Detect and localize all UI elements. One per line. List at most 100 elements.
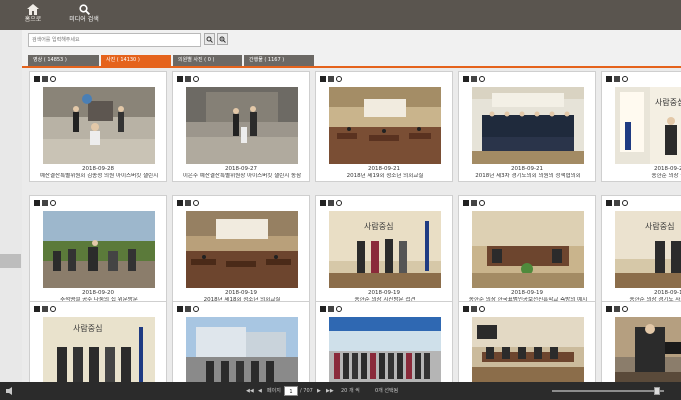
circle-icon[interactable] (622, 306, 628, 312)
info-icon[interactable] (42, 306, 48, 312)
checkbox-icon[interactable] (463, 306, 469, 312)
tab-member-photo[interactable]: 의원별 사진 ( 0 ) (173, 55, 242, 66)
media-search-label: 미디어 검색 (69, 16, 99, 23)
photo-card[interactable]: 사람중심 2018-09-19 송한준 의장 지진방문 접견 (315, 195, 453, 306)
circle-icon[interactable] (193, 76, 199, 82)
checkbox-icon[interactable] (320, 76, 326, 82)
info-icon[interactable] (185, 76, 191, 82)
circle-icon[interactable] (336, 306, 342, 312)
checkbox-icon[interactable] (606, 76, 612, 82)
circle-icon[interactable] (193, 306, 199, 312)
checkbox-icon[interactable] (177, 76, 183, 82)
checkbox-icon[interactable] (34, 306, 40, 312)
volume-icon[interactable] (6, 382, 16, 400)
photo-thumbnail[interactable] (472, 317, 584, 382)
circle-icon[interactable] (479, 306, 485, 312)
tab-video[interactable]: 영상 ( 14853 ) (28, 55, 99, 66)
circle-icon[interactable] (50, 76, 56, 82)
photo-thumbnail[interactable]: 사람중심 (615, 211, 681, 288)
advanced-search-button[interactable] (217, 33, 228, 45)
checkbox-icon[interactable] (320, 306, 326, 312)
home-button[interactable]: 홈으로 (13, 3, 53, 29)
circle-icon[interactable] (50, 200, 56, 206)
per-page-select[interactable]: 20 개 씩 (341, 382, 360, 400)
photo-card[interactable]: 사람중심2018-09-18송한준 의장 경기도 사회복지 협의회 (601, 195, 681, 306)
photo-thumbnail[interactable] (329, 317, 441, 382)
info-icon[interactable] (42, 76, 48, 82)
home-label: 홈으로 (24, 16, 42, 23)
prev-page-button[interactable]: ◀ (258, 382, 262, 400)
info-icon[interactable] (614, 306, 620, 312)
photo-thumbnail[interactable]: 사람중심 (43, 317, 155, 382)
photo-thumbnail[interactable]: 사람중심 (615, 87, 681, 164)
tab-photo[interactable]: 사진 ( 14130 ) (101, 55, 171, 66)
zoom-slider-track[interactable] (552, 390, 664, 392)
photo-card[interactable] (601, 301, 681, 382)
checkbox-icon[interactable] (177, 200, 183, 206)
page-number-input[interactable]: 1 (284, 386, 298, 396)
photo-thumbnail[interactable] (472, 87, 584, 164)
photo-thumbnail[interactable] (43, 211, 155, 288)
info-icon[interactable] (185, 306, 191, 312)
photo-card[interactable]: 2018-09-21 2018년 제19회 청소년 의회교실 (315, 71, 453, 182)
checkbox-icon[interactable] (463, 76, 469, 82)
zoom-slider-thumb[interactable] (654, 387, 660, 395)
photo-card[interactable]: 2018-09-21 2018년 제3차 경기도의회 의원의 정책협의회 (458, 71, 596, 182)
photo-date: 2018-09-20 (82, 290, 114, 296)
photo-thumbnail[interactable] (186, 211, 298, 288)
circle-icon[interactable] (336, 76, 342, 82)
photo-card[interactable]: 2018-09-19 송한준 의장 한국표범인공보전진흥학교 측방의 예시 (458, 195, 596, 306)
photo-thumbnail[interactable] (186, 87, 298, 164)
circle-icon[interactable] (193, 200, 199, 206)
info-icon[interactable] (185, 200, 191, 206)
info-icon[interactable] (471, 76, 477, 82)
photo-card[interactable]: 2018-09-27 이은주 예산결산특별위원장 아이스버킷 챌린지 동참 (172, 71, 310, 182)
circle-icon[interactable] (622, 76, 628, 82)
circle-icon[interactable] (336, 200, 342, 206)
circle-icon[interactable] (50, 306, 56, 312)
photo-card[interactable]: 2018-09-28 예산결산특별위원회 김종성 의원 아이스버킷 챌린지 (29, 71, 167, 182)
search-area (22, 30, 681, 52)
next-page-button[interactable]: ▶ (317, 382, 321, 400)
photo-thumbnail[interactable] (329, 87, 441, 164)
checkbox-icon[interactable] (606, 200, 612, 206)
checkbox-icon[interactable] (463, 200, 469, 206)
checkbox-icon[interactable] (34, 200, 40, 206)
tab-publications[interactable]: 간행물 ( 1167 ) (244, 55, 314, 66)
media-search-button[interactable]: 미디어 검색 (64, 3, 104, 29)
info-icon[interactable] (328, 200, 334, 206)
search-input[interactable] (28, 33, 201, 47)
svg-text:사람중심: 사람중심 (645, 221, 674, 231)
photo-card[interactable] (172, 301, 310, 382)
photo-card[interactable] (315, 301, 453, 382)
checkbox-icon[interactable] (177, 306, 183, 312)
info-icon[interactable] (614, 76, 620, 82)
info-icon[interactable] (42, 200, 48, 206)
checkbox-icon[interactable] (606, 306, 612, 312)
checkbox-icon[interactable] (34, 76, 40, 82)
info-icon[interactable] (328, 306, 334, 312)
photo-card[interactable]: 사람중심 2018-09-20송한준 의장 공유 (601, 71, 681, 182)
info-icon[interactable] (471, 306, 477, 312)
photo-card[interactable]: 사람중심 (29, 301, 167, 382)
circle-icon[interactable] (479, 200, 485, 206)
search-button[interactable] (204, 33, 215, 45)
info-icon[interactable] (471, 200, 477, 206)
photo-thumbnail[interactable] (615, 317, 681, 382)
photo-card[interactable]: 2018-09-19 2018년 제18회 청소년 의회교실 (172, 195, 310, 306)
circle-icon[interactable] (479, 76, 485, 82)
selected-count: 0개 선택됨 (375, 388, 399, 394)
info-icon[interactable] (614, 200, 620, 206)
photo-thumbnail[interactable]: 사람중심 (329, 211, 441, 288)
checkbox-icon[interactable] (320, 200, 326, 206)
photo-card[interactable]: 2018-09-20 추석명절 공주 나눔의 집 위문방문 (29, 195, 167, 306)
photo-thumbnail[interactable] (43, 87, 155, 164)
panel-toggle-handle[interactable] (0, 254, 21, 268)
circle-icon[interactable] (622, 200, 628, 206)
photo-thumbnail[interactable] (186, 317, 298, 382)
photo-thumbnail[interactable] (472, 211, 584, 288)
info-icon[interactable] (328, 76, 334, 82)
first-page-button[interactable]: ◀◀ (246, 382, 254, 400)
last-page-button[interactable]: ▶▶ (326, 382, 334, 400)
photo-card[interactable] (458, 301, 596, 382)
